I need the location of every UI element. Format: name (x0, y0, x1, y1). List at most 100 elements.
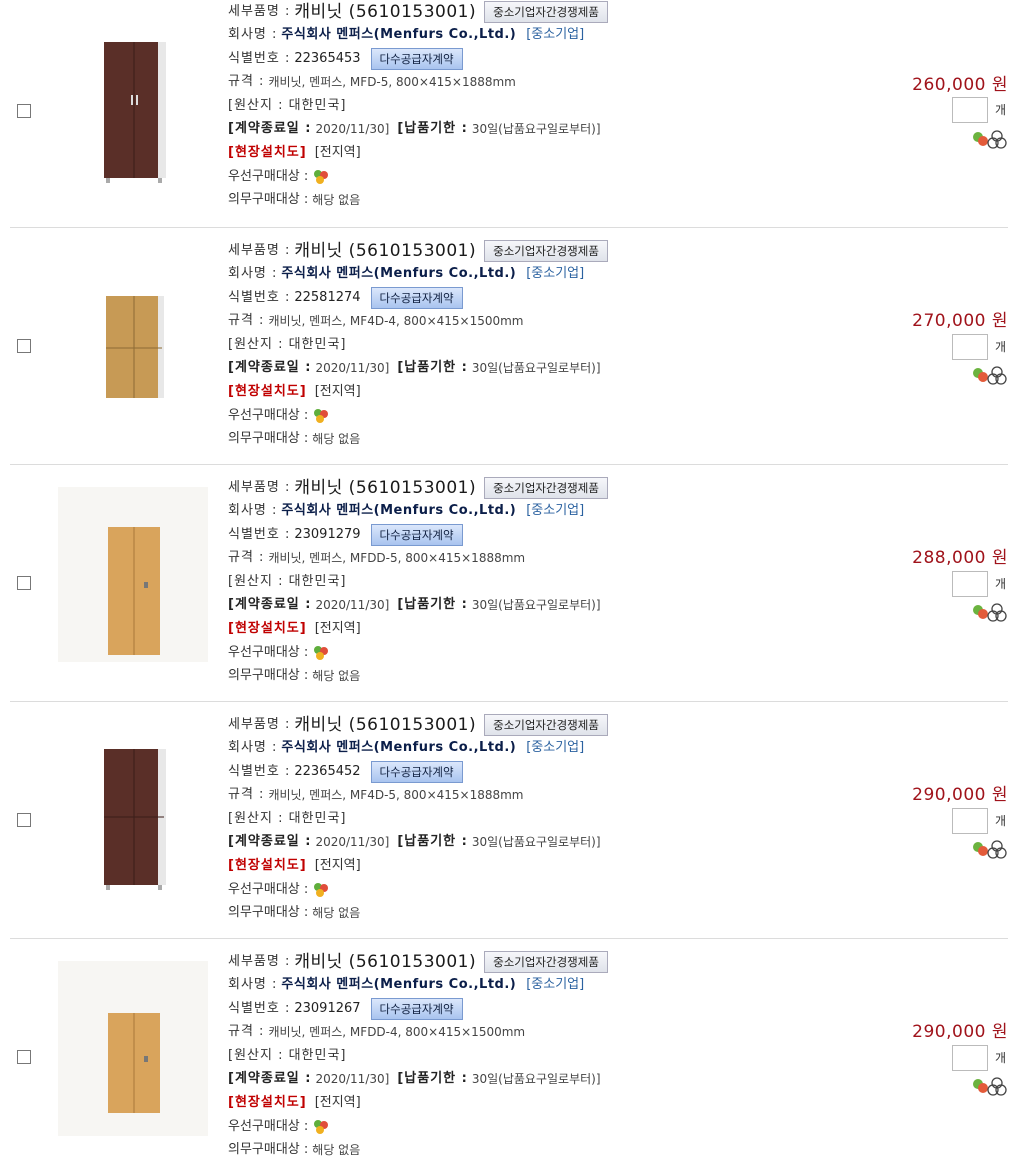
action-icons (973, 840, 1007, 859)
contract-end: 2020/11/30] (315, 122, 390, 137)
select-checkbox[interactable] (17, 339, 31, 353)
company-name[interactable]: 주식회사 멘퍼스(Menfurs Co.,Ltd.) (281, 24, 516, 47)
sme-badge[interactable]: 중소기업자간경쟁제품 (484, 476, 608, 499)
product-info: 세부품명 : 캐비닛 (5610153001) 중소기업자간경쟁제품 회사명 : 주식… (228, 950, 748, 1162)
action-icons (973, 130, 1007, 149)
action-icons (973, 1077, 1007, 1096)
id-number: 23091267 (294, 1000, 361, 1016)
product-info: 세부품명 : 캐비닛 (5610153001) 중소기업자간경쟁제품 회사명 : 주식… (228, 476, 748, 688)
cart-icon (973, 368, 988, 382)
onsite-install: [현장설치도] (228, 1095, 307, 1111)
walnut-four-door-cabinet-image (104, 749, 166, 890)
origin-text: [원산지 : 대한민국] (228, 573, 347, 589)
sme-badge[interactable]: 중소기업자간경쟁제품 (484, 239, 608, 262)
origin-text: [원산지 : 대한민국] (228, 336, 347, 352)
region: [전지역] (314, 1095, 361, 1111)
contract-end: 2020/11/30] (315, 835, 390, 850)
region: [전지역] (314, 384, 361, 400)
region: [전지역] (314, 621, 361, 637)
multi-supplier-badge[interactable]: 다수공급자계약 (370, 47, 463, 70)
quantity-input[interactable] (952, 334, 988, 360)
id-number: 22365452 (294, 763, 361, 779)
classification-link[interactable]: [중소기업] (526, 263, 584, 286)
product-row: 세부품명 : 캐비닛 (5610153001) 중소기업자간경쟁제품 회사명 : 주식… (10, 228, 1008, 465)
product-name[interactable]: 캐비닛 (5610153001) (294, 714, 476, 737)
product-image[interactable] (58, 707, 208, 907)
sme-badge[interactable]: 중소기업자간경쟁제품 (484, 950, 608, 973)
product-name[interactable]: 캐비닛 (5610153001) (294, 1, 476, 24)
product-name[interactable]: 캐비닛 (5610153001) (294, 240, 476, 263)
origin-text: [원산지 : 대한민국] (228, 97, 347, 113)
recycle-priority-icon (312, 644, 330, 662)
onsite-install: [현장설치도] (228, 384, 307, 400)
delivery-term: 30일(납품요구일로부터)] (471, 835, 601, 850)
product-info: 세부품명 : 캐비닛 (5610153001) 중소기업자간경쟁제품 회사명 : 주식… (228, 713, 748, 925)
multi-supplier-badge[interactable]: 다수공급자계약 (370, 286, 463, 309)
contract-end: 2020/11/30] (315, 361, 390, 376)
company-name[interactable]: 주식회사 멘퍼스(Menfurs Co.,Ltd.) (281, 500, 516, 523)
delivery-term: 30일(납품요구일로부터)] (471, 361, 601, 376)
onsite-install: [현장설치도] (228, 621, 307, 637)
compare-icon (987, 603, 1007, 622)
compare-icon (987, 130, 1007, 149)
quantity-input[interactable] (952, 1045, 988, 1071)
price: 260,000 원 (912, 75, 1008, 95)
classification-link[interactable]: [중소기업] (526, 737, 584, 760)
compare-icon (987, 366, 1007, 385)
product-info: 세부품명 : 캐비닛 (5610153001) 중소기업자간경쟁제품 회사명 : 주식… (228, 239, 748, 451)
product-row: 세부품명 : 캐비닛 (5610153001) 중소기업자간경쟁제품 회사명 : 주식… (10, 939, 1008, 1171)
contract-end: 2020/11/30] (315, 1072, 390, 1087)
compare-icon (987, 1077, 1007, 1096)
classification-link[interactable]: [중소기업] (526, 24, 584, 47)
select-checkbox[interactable] (17, 104, 31, 118)
price: 270,000 원 (912, 311, 1008, 331)
id-number: 23091279 (294, 526, 361, 542)
recycle-priority-icon (312, 1118, 330, 1136)
product-image[interactable] (58, 487, 208, 687)
select-checkbox[interactable] (17, 576, 31, 590)
company-name[interactable]: 주식회사 멘퍼스(Menfurs Co.,Ltd.) (281, 737, 516, 760)
cart-icon (973, 842, 988, 856)
multi-supplier-badge[interactable]: 다수공급자계약 (370, 523, 463, 546)
spec-text: 캐비닛, 멘퍼스, MFDD-4, 800×415×1500mm (268, 1025, 526, 1040)
company-name[interactable]: 주식회사 멘퍼스(Menfurs Co.,Ltd.) (281, 263, 516, 286)
spec-text: 캐비닛, 멘퍼스, MF4D-5, 800×415×1888mm (268, 788, 524, 803)
cart-icon (973, 1079, 988, 1093)
delivery-term: 30일(납품요구일로부터)] (471, 598, 601, 613)
recycle-priority-icon (312, 168, 330, 186)
quantity-input[interactable] (952, 808, 988, 834)
product-image[interactable] (58, 0, 208, 200)
recycle-priority-icon (312, 881, 330, 899)
product-image[interactable] (58, 961, 208, 1161)
multi-supplier-badge[interactable]: 다수공급자계약 (370, 760, 463, 783)
sme-badge[interactable]: 중소기업자간경쟁제품 (484, 0, 608, 23)
select-checkbox[interactable] (17, 1050, 31, 1064)
id-number: 22581274 (294, 289, 361, 305)
action-icons (973, 603, 1007, 622)
sme-badge[interactable]: 중소기업자간경쟁제품 (484, 713, 608, 736)
cart-icon (973, 605, 988, 619)
product-name[interactable]: 캐비닛 (5610153001) (294, 477, 476, 500)
product-name[interactable]: 캐비닛 (5610153001) (294, 951, 476, 974)
beech-tall-cabinet-image (58, 487, 208, 662)
quantity-input[interactable] (952, 97, 988, 123)
beech-short-cabinet-image (58, 961, 208, 1136)
company-name[interactable]: 주식회사 멘퍼스(Menfurs Co.,Ltd.) (281, 974, 516, 997)
onsite-install: [현장설치도] (228, 145, 307, 161)
quantity-input[interactable] (952, 571, 988, 597)
select-checkbox[interactable] (17, 813, 31, 827)
compare-icon (987, 840, 1007, 859)
product-row: 세부품명 : 캐비닛 (5610153001) 중소기업자간경쟁제품 회사명 : 주식… (10, 465, 1008, 702)
contract-end: 2020/11/30] (315, 598, 390, 613)
classification-link[interactable]: [중소기업] (526, 500, 584, 523)
classification-link[interactable]: [중소기업] (526, 974, 584, 997)
onsite-install: [현장설치도] (228, 858, 307, 874)
region: [전지역] (314, 858, 361, 874)
cart-icon (973, 132, 988, 146)
origin-text: [원산지 : 대한민국] (228, 810, 347, 826)
spec-text: 캐비닛, 멘퍼스, MFDD-5, 800×415×1888mm (268, 551, 526, 566)
multi-supplier-badge[interactable]: 다수공급자계약 (370, 997, 463, 1020)
product-row: 세부품명 : 캐비닛 (5610153001) 중소기업자간경쟁제품 회사명 : 주식… (10, 702, 1008, 939)
action-icons (973, 366, 1007, 385)
product-image[interactable] (58, 238, 208, 438)
